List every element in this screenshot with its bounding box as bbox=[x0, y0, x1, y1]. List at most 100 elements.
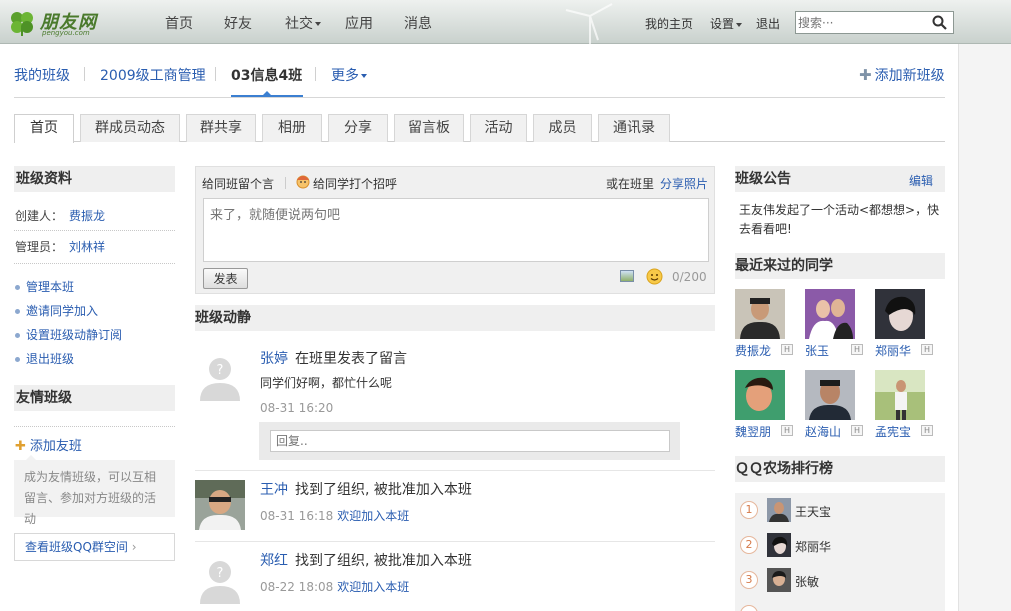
my-home-link[interactable]: 我的主页 bbox=[645, 15, 693, 32]
nav-home[interactable]: 首页 bbox=[165, 13, 193, 33]
divider bbox=[195, 470, 715, 471]
visitor-name: 郑丽华 bbox=[875, 344, 912, 358]
nav-social-label: 社交 bbox=[285, 16, 313, 32]
tab-albums[interactable]: 相册 bbox=[262, 114, 322, 142]
visitor-photo bbox=[735, 289, 785, 339]
search-input[interactable] bbox=[798, 14, 928, 31]
tab-shared-files[interactable]: 群共享 bbox=[186, 114, 256, 142]
more-classes-menu[interactable]: 更多 bbox=[331, 65, 367, 85]
invite-classmates-label: 邀请同学加入 bbox=[26, 304, 99, 318]
reply-input[interactable] bbox=[270, 430, 670, 452]
feed-author-link[interactable]: 王冲 bbox=[260, 479, 288, 499]
homepage-badge-icon: H bbox=[781, 425, 793, 436]
visitor-card[interactable]: 孟宪宝 H bbox=[875, 370, 935, 439]
feed-author-link[interactable]: 郑红 bbox=[260, 550, 288, 570]
homepage-badge-icon: H bbox=[851, 425, 863, 436]
qq-group-space-label: 查看班级QQ群空间 bbox=[25, 540, 128, 554]
nav-social[interactable]: 社交 bbox=[285, 13, 321, 33]
logo[interactable]: 朋友网 pengyou.com bbox=[8, 8, 118, 38]
feed-time: 08-31 16:20 bbox=[260, 401, 334, 415]
avatar-placeholder-icon[interactable]: ? bbox=[195, 554, 245, 604]
visitor-card[interactable]: 郑丽华 H bbox=[875, 289, 935, 358]
homepage-badge-icon: H bbox=[781, 344, 793, 355]
separator bbox=[285, 177, 286, 189]
leave-class-link[interactable]: 退出班级 bbox=[15, 350, 74, 367]
feed-author-link[interactable]: 张婷 bbox=[260, 348, 288, 368]
windmill-decoration bbox=[565, 3, 613, 44]
share-photo-link[interactable]: 分享照片 bbox=[660, 175, 708, 192]
welcome-link[interactable]: 欢迎加入本班 bbox=[337, 509, 409, 523]
add-friend-class-button[interactable]: ✚ 添加友班 bbox=[15, 435, 82, 454]
farm-user-name[interactable]: 郑丽华 bbox=[795, 538, 831, 555]
divider bbox=[14, 263, 175, 264]
tab-contacts[interactable]: 通讯录 bbox=[598, 114, 670, 142]
farm-user-avatar[interactable] bbox=[767, 533, 791, 557]
farm-user-avatar[interactable] bbox=[767, 498, 791, 522]
tab-members[interactable]: 成员 bbox=[533, 114, 592, 142]
svg-text:?: ? bbox=[217, 363, 224, 378]
farm-user-name[interactable]: 王天宝 bbox=[795, 503, 831, 520]
plus-icon: ✚ bbox=[859, 66, 872, 84]
avatar-placeholder-icon[interactable]: ? bbox=[195, 351, 245, 401]
creator-link[interactable]: 费振龙 bbox=[69, 209, 105, 223]
my-class-link[interactable]: 我的班级 bbox=[14, 65, 70, 85]
tab-leave-message[interactable]: 给同班留个言 bbox=[202, 175, 274, 192]
settings-menu[interactable]: 设置 bbox=[710, 15, 743, 32]
settings-label: 设置 bbox=[710, 17, 735, 31]
tab-share[interactable]: 分享 bbox=[328, 114, 388, 142]
manage-class-label: 管理本班 bbox=[26, 280, 75, 294]
image-icon[interactable] bbox=[620, 270, 634, 282]
feed-message: 同学们好啊，都忙什么呢 bbox=[260, 376, 393, 390]
class-profile-heading: 班级资料 bbox=[14, 166, 175, 192]
top-bar: 朋友网 pengyou.com 首页 好友 社交 应用 消息 我的主页 设置 退… bbox=[0, 0, 1011, 44]
more-label: 更多 bbox=[331, 68, 359, 84]
class-tab-business[interactable]: 2009级工商管理 bbox=[100, 65, 206, 85]
greet-face-icon bbox=[296, 175, 310, 189]
tab-home[interactable]: 首页 bbox=[14, 114, 74, 143]
nav-messages[interactable]: 消息 bbox=[404, 13, 432, 33]
homepage-badge-icon: H bbox=[921, 425, 933, 436]
feed-time: 08-31 16:18 bbox=[260, 509, 334, 523]
user-avatar[interactable] bbox=[195, 480, 245, 530]
search-icon[interactable] bbox=[932, 15, 947, 30]
post-button[interactable]: 发表 bbox=[203, 268, 248, 289]
nav-apps[interactable]: 应用 bbox=[345, 13, 373, 33]
visitor-photo bbox=[875, 370, 925, 420]
chevron-right-icon: › bbox=[131, 540, 137, 554]
visitor-card[interactable]: 张玉 H bbox=[805, 289, 865, 358]
svg-text:?: ? bbox=[217, 566, 224, 581]
logout-link[interactable]: 退出 bbox=[756, 15, 780, 32]
visitor-photo bbox=[805, 370, 855, 420]
friend-classes-heading: 友情班级 bbox=[14, 385, 175, 411]
visitor-photo bbox=[875, 289, 925, 339]
manage-class-link[interactable]: 管理本班 bbox=[15, 278, 74, 295]
admin-link[interactable]: 刘林祥 bbox=[69, 240, 105, 254]
class-tab-info4[interactable]: 03信息4班 bbox=[231, 65, 302, 85]
visitor-name: 魏翌朋 bbox=[735, 425, 772, 439]
tab-member-activity[interactable]: 群成员动态 bbox=[80, 114, 180, 142]
chevron-down-icon bbox=[736, 22, 743, 27]
visitor-card[interactable]: 魏翌朋 H bbox=[735, 370, 795, 439]
visitor-card[interactable]: 赵海山 H bbox=[805, 370, 865, 439]
nav-friends[interactable]: 好友 bbox=[224, 13, 252, 33]
edit-announcement-link[interactable]: 编辑 bbox=[909, 172, 933, 189]
emoji-icon[interactable] bbox=[646, 268, 663, 285]
farm-user-name[interactable]: 张敏 bbox=[795, 573, 819, 590]
add-friend-class-label: 添加友班 bbox=[29, 439, 82, 454]
tab-greet-classmate[interactable]: 给同学打个招呼 bbox=[313, 175, 397, 192]
separator bbox=[84, 67, 85, 81]
feed-time-row: 08-22 18:08 欢迎加入本班 bbox=[260, 578, 409, 595]
qq-group-space-link[interactable]: 查看班级QQ群空间 › bbox=[14, 533, 175, 561]
add-class-button[interactable]: ✚ 添加新班级 bbox=[859, 65, 945, 85]
welcome-link[interactable]: 欢迎加入本班 bbox=[337, 580, 409, 594]
farm-ranking-list: 1 王天宝 2 郑丽华 3 张敏 bbox=[735, 493, 945, 611]
message-textarea[interactable] bbox=[203, 198, 709, 262]
subscription-settings-link[interactable]: 设置班级动静订阅 bbox=[15, 326, 122, 343]
tab-message-board[interactable]: 留言板 bbox=[394, 114, 464, 142]
tab-events[interactable]: 活动 bbox=[470, 114, 527, 142]
announcement-text: 王友伟发起了一个活动<都想想>，快去看看吧! bbox=[739, 203, 940, 236]
farm-user-avatar[interactable] bbox=[767, 568, 791, 592]
class-feed-heading: 班级动静 bbox=[195, 305, 715, 331]
invite-classmates-link[interactable]: 邀请同学加入 bbox=[15, 302, 98, 319]
visitor-card[interactable]: 费振龙 H bbox=[735, 289, 795, 358]
